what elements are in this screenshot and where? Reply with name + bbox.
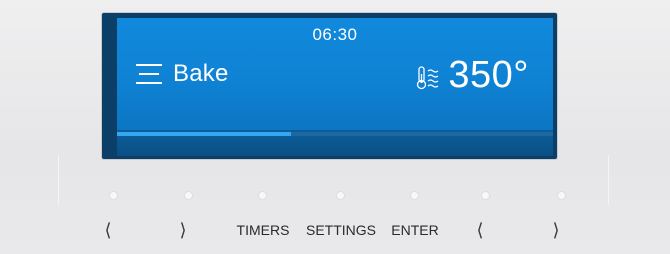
right-forward-button[interactable]: ⟩ — [543, 218, 569, 242]
display-main-area: 06:30 Bake 350° — [117, 18, 553, 130]
indicator-dot — [110, 192, 117, 199]
temperature-value: 350° — [448, 54, 529, 96]
progress-bar-fill — [117, 132, 292, 136]
menu-lines-icon — [135, 61, 163, 87]
indicator-dot — [259, 192, 266, 199]
indicator-dot — [185, 192, 192, 199]
oven-control-panel: 06:30 Bake 350° ⟨ ⟩ TIMERS SETTINGS ENTE… — [0, 0, 670, 254]
left-forward-button[interactable]: ⟩ — [170, 218, 196, 242]
control-buttons: ⟨ ⟩ TIMERS SETTINGS ENTER ⟨ ⟩ — [0, 218, 670, 244]
temperature-readout: 350° — [415, 54, 529, 97]
left-back-button[interactable]: ⟨ — [95, 218, 121, 242]
enter-button[interactable]: ENTER — [387, 218, 443, 242]
clock-time: 06:30 — [312, 25, 358, 44]
mode-label: Bake — [173, 60, 229, 87]
indicator-dot — [482, 192, 489, 199]
cooking-mode: Bake — [135, 52, 229, 96]
indicator-dots — [0, 192, 670, 202]
indicator-dot — [337, 192, 344, 199]
indicator-dot — [411, 192, 418, 199]
indicator-dot — [558, 192, 565, 199]
settings-button[interactable]: SETTINGS — [300, 218, 382, 242]
progress-bar — [117, 132, 553, 136]
right-back-button[interactable]: ⟨ — [467, 218, 493, 242]
timers-button[interactable]: TIMERS — [230, 218, 296, 242]
thermometer-heat-icon — [417, 65, 439, 89]
oven-display: 06:30 Bake 350° — [117, 18, 553, 156]
